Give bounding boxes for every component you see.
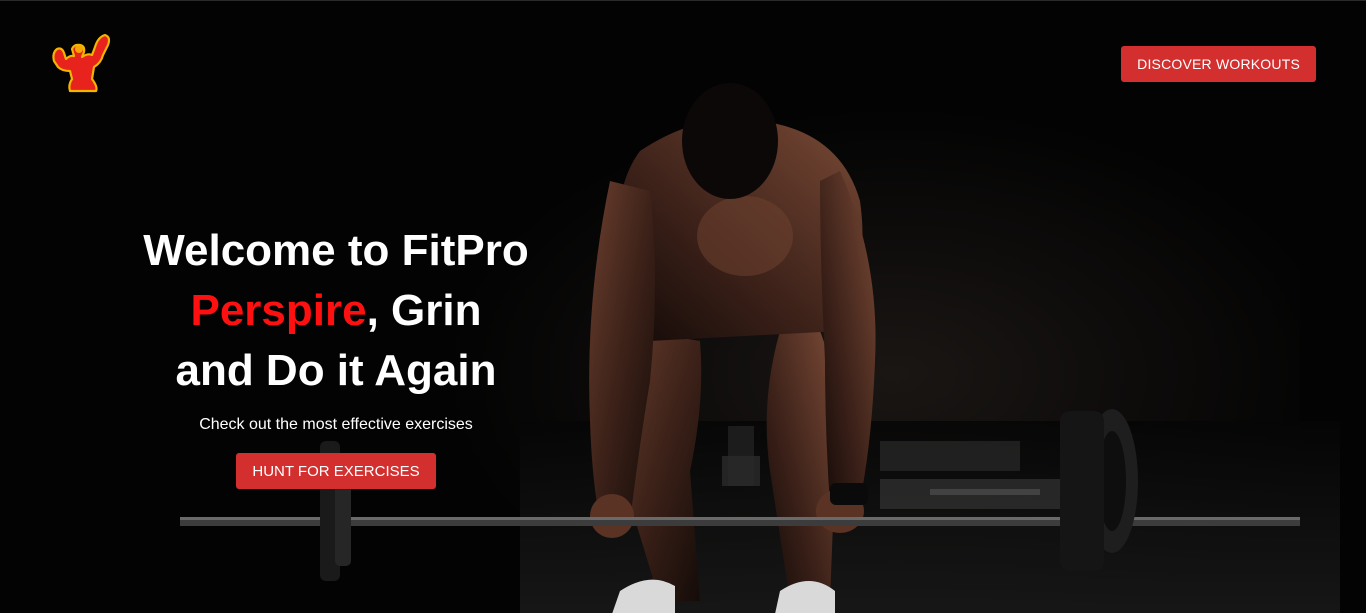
hunt-for-exercises-button[interactable]: HUNT FOR EXERCISES <box>236 453 436 489</box>
hero-section: DISCOVER WORKOUTS Welcome to FitPro Pers… <box>0 0 1366 613</box>
headline-line-3: and Do it Again <box>175 346 497 395</box>
headline-line-2-rest: , Grin <box>366 286 482 335</box>
hero-subtitle: Check out the most effective exercises <box>199 416 473 433</box>
discover-workouts-button[interactable]: DISCOVER WORKOUTS <box>1121 46 1316 82</box>
hero-headline: Welcome to FitPro Perspire, Grin and Do … <box>100 221 572 401</box>
hero-content: Welcome to FitPro Perspire, Grin and Do … <box>100 221 572 489</box>
headline-line-1: Welcome to FitPro <box>143 226 529 275</box>
flexing-bodybuilder-icon[interactable] <box>48 31 112 95</box>
headline-accent-word: Perspire <box>190 286 367 335</box>
